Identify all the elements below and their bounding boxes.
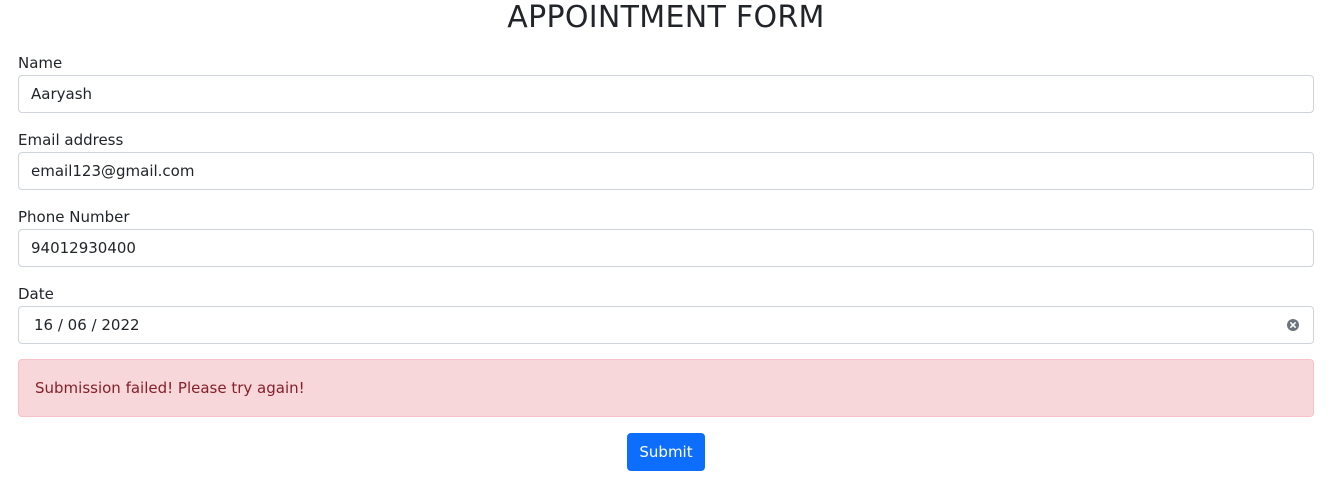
form-title: APPOINTMENT FORM bbox=[507, 0, 825, 35]
email-label: Email address bbox=[18, 131, 124, 149]
submit-button[interactable]: Submit bbox=[627, 433, 705, 471]
clear-circle-icon[interactable] bbox=[1287, 319, 1299, 331]
error-alert: Submission failed! Please try again! bbox=[18, 359, 1314, 417]
alert-message: Submission failed! Please try again! bbox=[35, 379, 305, 397]
phone-input[interactable] bbox=[18, 229, 1314, 267]
date-input[interactable]: 16 / 06 / 2022 bbox=[18, 306, 1314, 344]
name-label: Name bbox=[18, 54, 63, 72]
phone-label: Phone Number bbox=[18, 208, 130, 226]
appointment-page: APPOINTMENT FORM Name Email address Phon… bbox=[0, 0, 1342, 484]
name-input[interactable] bbox=[18, 75, 1314, 113]
date-label: Date bbox=[18, 285, 54, 303]
date-value[interactable]: 16 / 06 / 2022 bbox=[34, 307, 140, 343]
email-input[interactable] bbox=[18, 152, 1314, 190]
